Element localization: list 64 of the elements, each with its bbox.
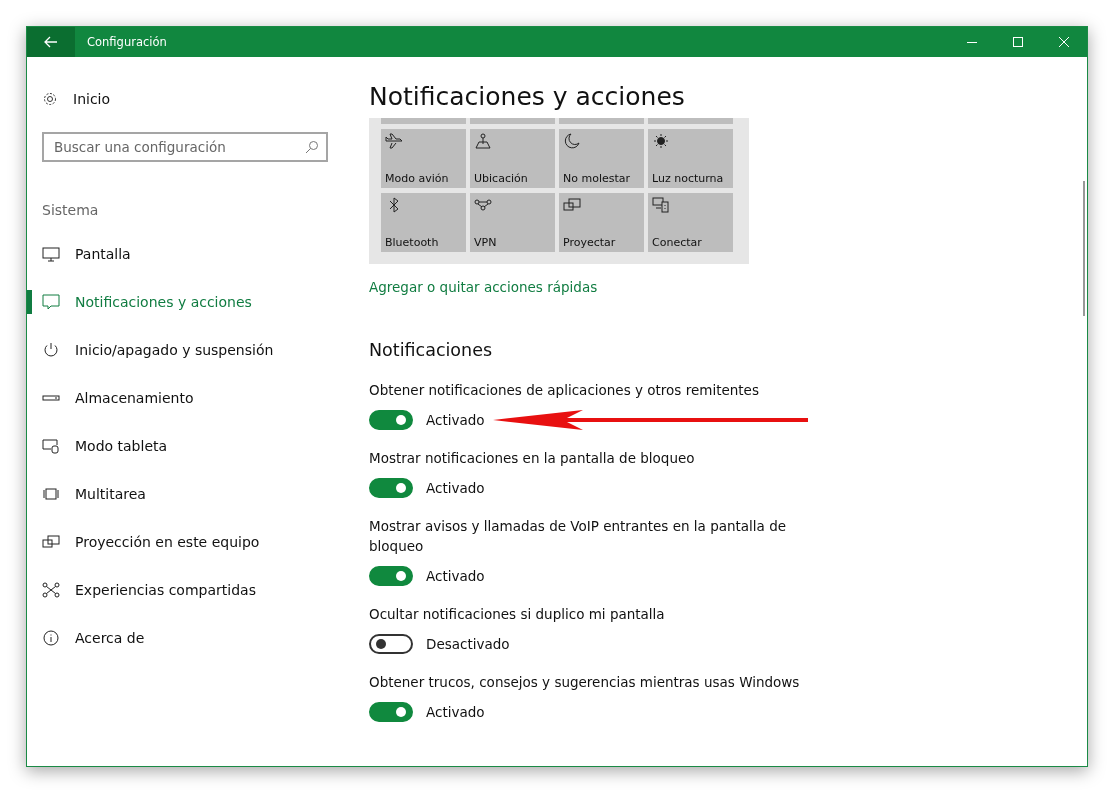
back-button[interactable] xyxy=(27,27,75,57)
sidebar-item[interactable]: Modo tableta xyxy=(42,434,355,458)
toggle-switch[interactable] xyxy=(369,634,413,654)
quick-action-tile[interactable] xyxy=(470,118,555,124)
monitor-icon xyxy=(42,246,60,262)
share-icon xyxy=(42,582,60,598)
section-heading: Notificaciones xyxy=(369,340,494,360)
toggle-status: Activado xyxy=(426,568,485,584)
connect-icon xyxy=(652,197,670,213)
section-heading: Sistema xyxy=(42,202,100,220)
setting-label: Mostrar notificaciones en la pantalla de bloqueo xyxy=(369,449,696,468)
vpn-icon xyxy=(474,197,492,213)
sidebar-item[interactable]: Proyección en este equipo xyxy=(42,530,355,554)
settings-icon xyxy=(42,91,58,107)
toggle-switch[interactable] xyxy=(369,702,413,722)
sidebar-item[interactable]: Acerca de xyxy=(42,626,355,650)
power-icon xyxy=(42,342,60,358)
quick-action-tile[interactable]: Conectar xyxy=(648,193,733,252)
page-title: Notificaciones y acciones xyxy=(369,81,686,113)
quick-action-tile[interactable] xyxy=(559,118,644,124)
sun-icon xyxy=(652,133,670,149)
airplane-icon xyxy=(385,133,403,149)
home-link[interactable]: Inicio xyxy=(42,87,355,111)
quick-action-tile[interactable]: Proyectar xyxy=(559,193,644,252)
maximize-icon xyxy=(1013,37,1023,47)
sidebar-item[interactable]: Experiencias compartidas xyxy=(42,578,355,602)
toggle-status: Activado xyxy=(426,704,485,720)
info-icon xyxy=(42,630,60,646)
search-field[interactable]: Buscar una configuración xyxy=(42,132,328,162)
quick-action-tile[interactable]: Luz nocturna xyxy=(648,129,733,188)
quick-actions-link[interactable]: Agregar o quitar acciones rápidas xyxy=(369,279,598,295)
quick-action-tile[interactable] xyxy=(648,118,733,124)
sidebar-item[interactable]: Pantalla xyxy=(42,242,355,266)
scrollbar-thumb[interactable] xyxy=(1083,181,1085,316)
moon-icon xyxy=(563,133,581,149)
project-icon xyxy=(563,197,581,213)
quick-action-tile[interactable] xyxy=(381,118,466,124)
setting-label: Obtener trucos, consejos y sugerencias mientras usas Windows xyxy=(369,673,801,692)
toggle-status: Desactivado xyxy=(426,636,510,652)
setting-label: Mostrar avisos y llamadas de VoIP entrantes en la pantalla de bloqueo xyxy=(369,517,788,556)
setting-label: Obtener notificaciones de aplicaciones y otros remitentes xyxy=(369,381,760,400)
setting-label: Ocultar notificaciones si duplico mi pantalla xyxy=(369,605,666,624)
toggle-switch[interactable] xyxy=(369,566,413,586)
toggle-switch[interactable] xyxy=(369,410,413,430)
quick-action-tile[interactable]: Bluetooth xyxy=(381,193,466,252)
multi-icon xyxy=(42,486,60,502)
quick-action-tile[interactable]: Modo avión xyxy=(381,129,466,188)
quick-action-tile[interactable]: Ubicación xyxy=(470,129,555,188)
toggle-status: Activado xyxy=(426,412,485,428)
chat-icon xyxy=(42,294,60,310)
project-icon xyxy=(42,534,60,550)
back-arrow-icon xyxy=(44,36,58,48)
toggle-status: Activado xyxy=(426,480,485,496)
window-title: Configuración xyxy=(87,35,168,49)
sidebar-item[interactable]: Multitarea xyxy=(42,482,355,506)
location-icon xyxy=(474,133,492,149)
toggle-switch[interactable] xyxy=(369,478,413,498)
tablet-icon xyxy=(42,438,60,454)
quick-action-tile[interactable]: VPN xyxy=(470,193,555,252)
sidebar-item[interactable]: Almacenamiento xyxy=(42,386,355,410)
close-icon xyxy=(1059,37,1069,47)
search-icon xyxy=(305,140,319,154)
quick-action-tile[interactable]: No molestar xyxy=(559,129,644,188)
sidebar-item[interactable]: Inicio/apagado y suspensión xyxy=(42,338,355,362)
